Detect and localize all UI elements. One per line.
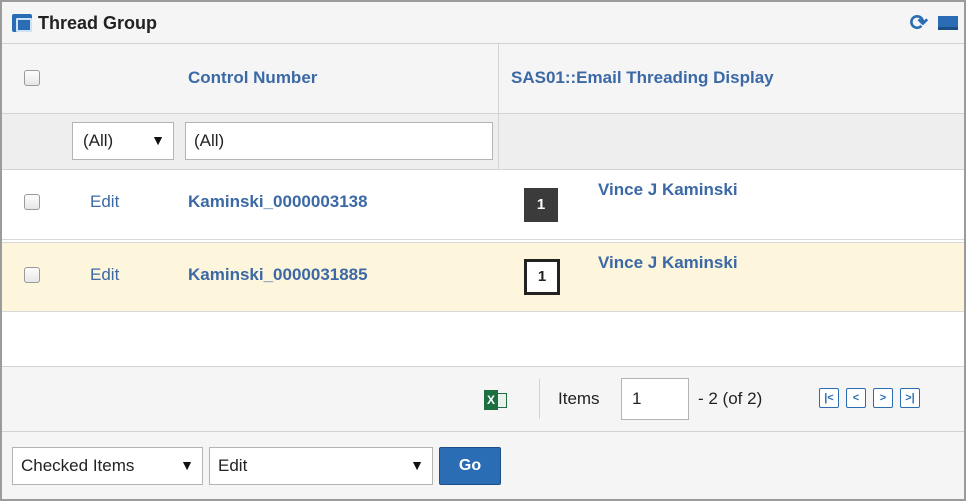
select-all-checkbox[interactable] [24, 70, 40, 86]
table-row[interactable]: Edit Kaminski_0000003138 1 Vince J Kamin… [2, 170, 964, 240]
mass-action-bar: Checked Items ▼ Edit ▼ Go [2, 432, 964, 499]
email-author-link[interactable]: Vince J Kaminski [598, 180, 738, 200]
panel-title: Thread Group [38, 13, 158, 33]
scope-select[interactable]: Checked Items ▼ [12, 447, 203, 485]
go-button[interactable]: Go [439, 447, 501, 485]
page-start-input[interactable]: 1 [621, 378, 689, 420]
column-header-email-threading[interactable]: SAS01::Email Threading Display [511, 68, 774, 88]
control-number-filter-value: (All) [194, 131, 225, 150]
action-filter-value: (All) [83, 131, 114, 150]
control-number-link[interactable]: Kaminski_0000031885 [188, 265, 368, 285]
header-right: SAS01::Email Threading Display [498, 44, 964, 114]
scope-select-value: Checked Items [21, 456, 135, 475]
thread-group-icon [12, 14, 32, 32]
filter-row: (All) ▼ (All) [2, 114, 964, 170]
header-left: Control Number [2, 44, 498, 114]
thread-group-panel: Thread Group ⟳ Control Number SAS01::Ema… [0, 0, 966, 501]
previous-page-button[interactable]: < [846, 388, 866, 408]
last-page-button[interactable]: >| [900, 388, 920, 408]
chevron-down-icon: ▼ [410, 457, 424, 473]
divider [539, 379, 540, 419]
edit-link[interactable]: Edit [90, 265, 119, 285]
email-threading-cell: 1 Vince J Kaminski [498, 170, 964, 240]
row-checkbox[interactable] [24, 267, 40, 283]
first-page-button[interactable]: |< [819, 388, 839, 408]
excel-export-icon[interactable]: X [484, 390, 508, 410]
refresh-icon[interactable]: ⟳ [910, 12, 928, 34]
table-row[interactable]: Edit Kaminski_0000031885 1 Vince J Kamin… [2, 242, 964, 312]
operation-select-value: Edit [218, 456, 248, 475]
row-checkbox[interactable] [24, 194, 40, 210]
table-empty-area [2, 316, 964, 366]
pager-bar: X Items 1 - 2 (of 2) |< < > >| [2, 366, 964, 432]
action-filter-select[interactable]: (All) ▼ [72, 122, 174, 160]
operation-select[interactable]: Edit ▼ [209, 447, 433, 485]
control-number-filter-input[interactable]: (All) [185, 122, 493, 160]
next-page-button[interactable]: > [873, 388, 893, 408]
chevron-down-icon: ▼ [180, 457, 194, 473]
table-header: Control Number SAS01::Email Threading Di… [2, 44, 964, 114]
items-label: Items [558, 389, 600, 408]
email-filter-cell [498, 114, 964, 170]
column-header-control-number[interactable]: Control Number [188, 68, 317, 88]
thread-indent-badge: 1 [524, 259, 560, 295]
email-author-link[interactable]: Vince J Kaminski [598, 253, 738, 273]
page-start-value: 1 [632, 389, 642, 408]
minimize-icon[interactable] [938, 16, 958, 30]
thread-indent-badge: 1 [524, 188, 558, 222]
chevron-down-icon: ▼ [151, 132, 165, 148]
control-number-link[interactable]: Kaminski_0000003138 [188, 192, 368, 212]
panel-title-bar: Thread Group ⟳ [2, 2, 964, 44]
email-threading-cell: 1 Vince J Kaminski [498, 243, 964, 313]
items-range-text: - 2 (of 2) [698, 389, 763, 408]
edit-link[interactable]: Edit [90, 192, 119, 212]
